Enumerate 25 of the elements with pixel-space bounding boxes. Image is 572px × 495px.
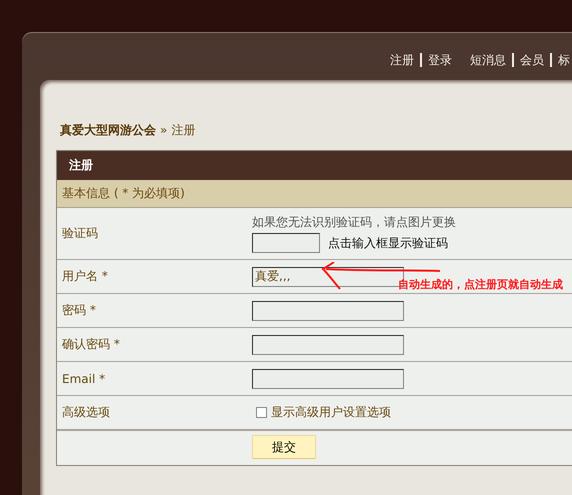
captcha-hint: 如果您无法识别验证码，请点图片更换 xyxy=(252,214,456,231)
submit-button[interactable]: 提交 xyxy=(252,435,316,459)
input-field[interactable] xyxy=(252,334,404,354)
field-label: 密码 * xyxy=(61,302,97,319)
captcha-note: 点击输入框显示验证码 xyxy=(328,234,448,252)
section-heading: 基本信息 ( * 为必填项) xyxy=(57,180,572,208)
nav-link[interactable]: 短消息 xyxy=(466,52,510,68)
field-label: 验证码 xyxy=(61,225,99,242)
input-field[interactable] xyxy=(252,368,404,388)
field-label: 确认密码 * xyxy=(61,336,121,353)
breadcrumb-current: 注册 xyxy=(171,122,196,139)
nav-link[interactable]: 登录 xyxy=(424,52,456,68)
breadcrumb-separator: » xyxy=(160,123,168,137)
field-label: 用户名 * xyxy=(61,268,109,285)
input-field[interactable] xyxy=(252,300,404,320)
nav-link[interactable]: 标 xyxy=(554,52,572,68)
nav-link[interactable]: 注册 xyxy=(386,52,418,68)
checkbox-label[interactable]: 显示高级用户设置选项 xyxy=(271,404,391,421)
breadcrumb-link[interactable]: 真爱大型网游公会 xyxy=(60,122,156,139)
nav-link[interactable]: 会员 xyxy=(516,52,548,68)
field-label: Email * xyxy=(61,372,106,386)
checkbox[interactable] xyxy=(256,407,267,418)
form-title: 注册 xyxy=(57,151,572,180)
captcha-field[interactable] xyxy=(252,233,320,253)
field-label: 高级选项 xyxy=(61,404,111,421)
